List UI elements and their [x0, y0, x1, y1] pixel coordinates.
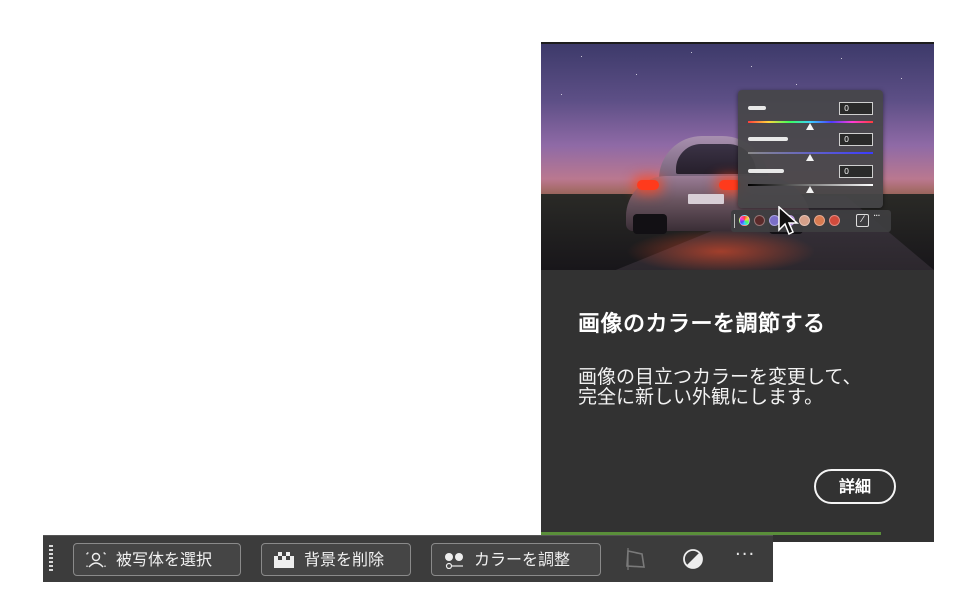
- eyedropper-icon[interactable]: ⁄: [856, 214, 869, 227]
- perspective-crop-icon[interactable]: [623, 547, 647, 571]
- select-subject-icon: [86, 552, 106, 568]
- select-subject-label: 被写体を選択: [116, 550, 213, 569]
- swatch[interactable]: [799, 215, 810, 226]
- details-button[interactable]: 詳細: [814, 469, 896, 504]
- saturation-slider-row: 0: [748, 133, 873, 163]
- mouse-cursor-icon: [778, 206, 799, 236]
- lightness-slider-row: 0: [748, 165, 873, 195]
- more-options-icon[interactable]: ···: [735, 544, 755, 565]
- saturation-slider-thumb[interactable]: [806, 154, 814, 161]
- color-swatch-bar: ⁄ ···: [731, 210, 891, 232]
- adjust-color-icon: [445, 553, 463, 569]
- adjust-color-button[interactable]: カラーを調整: [431, 543, 601, 576]
- contextual-taskbar: 被写体を選択 背景を削除 カラーを調整 ···: [43, 535, 773, 582]
- swatch[interactable]: [829, 215, 840, 226]
- adjustment-layer-icon[interactable]: [681, 547, 705, 571]
- hue-value[interactable]: 0: [839, 102, 873, 115]
- adjust-color-label: カラーを調整: [474, 550, 571, 569]
- tooltip-title: 画像のカラーを調節する: [578, 312, 826, 337]
- remove-background-label: 背景を削除: [304, 550, 385, 569]
- drag-handle-icon[interactable]: [49, 545, 53, 573]
- saturation-value[interactable]: 0: [839, 133, 873, 146]
- tooltip-description: 画像の目立つカラーを変更して、完全に新しい外観にします。: [578, 366, 862, 408]
- color-adjust-panel: 0 0 0: [738, 90, 883, 208]
- color-wheel-icon[interactable]: [739, 215, 750, 226]
- lightness-slider-thumb[interactable]: [806, 186, 814, 193]
- checkerboard-icon: [274, 552, 294, 568]
- feature-tooltip-card: 0 0 0 ⁄ ··· 画像のカラーを調節する 画像の目立つカラーを変更して、完…: [541, 42, 934, 542]
- lightness-value[interactable]: 0: [839, 165, 873, 178]
- swatch[interactable]: [814, 215, 825, 226]
- remove-background-button[interactable]: 背景を削除: [261, 543, 411, 576]
- swatch[interactable]: [754, 215, 765, 226]
- select-subject-button[interactable]: 被写体を選択: [73, 543, 241, 576]
- preview-image: 0 0 0 ⁄ ···: [541, 44, 934, 270]
- hue-slider-row: 0: [748, 102, 873, 132]
- swatch-more-icon[interactable]: ···: [873, 211, 880, 222]
- hue-slider-thumb[interactable]: [806, 123, 814, 130]
